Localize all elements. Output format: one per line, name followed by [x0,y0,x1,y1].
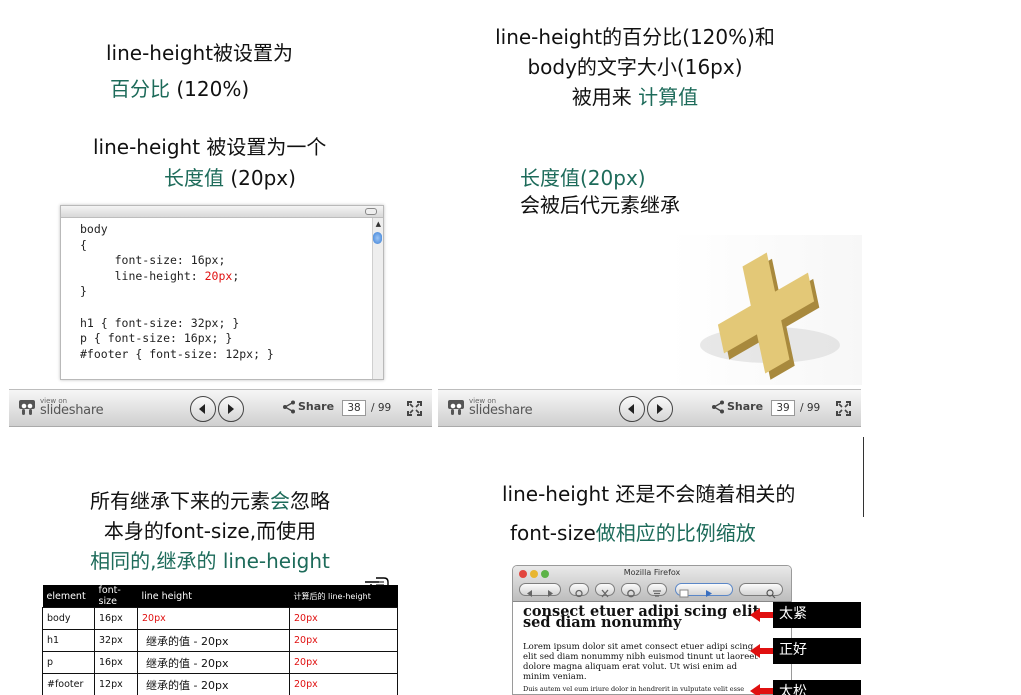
home-button[interactable] [621,583,641,598]
table-row: body 16px 20px 20px [42,607,398,630]
table-header: line height [137,585,290,608]
address-bar[interactable] [675,583,733,598]
percent-keyword: 百分比 [110,77,170,101]
slideshare-player-right: view on slideshare Share 39 / 99 [438,389,861,427]
slide37-right-line3: 被用来 计算值 [571,85,699,109]
slideshare-brand-link[interactable]: slideshare [469,404,533,418]
slideshare-player-left: view on slideshare Share 38 / 99 [9,389,432,427]
firefox-toolbar: Mozilla Firefox [513,566,791,602]
tight-heading: consect etuer adipi scing elit sed diam … [523,603,760,631]
search-icon [766,589,776,599]
table-row: p 16px 继承的值 - 20px 20px [42,651,398,674]
next-slide-button[interactable] [647,396,673,422]
table-row: #footer 12px 继承的值 - 20px 20px [42,673,398,695]
lineheight-table: element font-size line height 计算后的 line-… [42,585,398,695]
code-window: ▲ body { font-size: 16px; line-height: 2… [60,205,384,380]
slide41-line2: font-size做相应的比例缩放 [510,521,756,545]
table-header: 计算后的 line-height [289,585,398,608]
too-loose-label: 太松 [773,680,861,695]
slideshare-brand-link[interactable]: slideshare [40,404,104,418]
length-keyword: 长度值 [164,166,224,190]
share-icon[interactable] [282,400,296,414]
next-arrow-icon [228,404,234,414]
share-button[interactable]: Share [298,400,334,413]
page-number-input[interactable]: 39 [771,400,795,416]
page-total: / 99 [371,402,392,414]
red-arrow-icon [750,608,774,622]
table-header: element [42,585,95,608]
slide39-line2: 会被后代元素继承 [520,193,680,217]
page-total: / 99 [800,402,821,414]
fullscreen-icon[interactable] [836,401,851,416]
code-scrollbar[interactable]: ▲ [372,218,383,379]
stop-button[interactable] [595,583,615,598]
loose-footer-text: Duis autem vel eum iriure dolor in hendr… [523,685,745,693]
red-arrow-icon [750,644,774,658]
search-box[interactable] [739,583,783,599]
plus-icon [700,252,840,380]
gold-plus-image [670,235,862,385]
firefox-window: Mozilla Firefox consect etuer adipi scin… [512,565,792,695]
go-icon [679,589,712,598]
slide37-right-line1: line-height的百分比(120%)和 [495,25,775,49]
back-forward-button[interactable] [519,583,561,597]
scroll-up-icon[interactable]: ▲ [376,220,381,228]
window-toggle-button[interactable] [365,208,377,215]
red-arrow-icon [750,684,774,695]
slide37-right-line2: body的文字大小(16px) [527,55,743,79]
normal-paragraph: Lorem ipsum dolor sit amet consect etuer… [523,642,758,682]
scroll-thumb[interactable] [373,232,382,244]
prev-slide-button[interactable] [619,396,645,422]
next-arrow-icon [657,404,663,414]
reload-button[interactable] [569,583,589,598]
browser-title: Mozilla Firefox [623,568,681,577]
back-forward-icon [527,590,553,597]
reload-icon [575,589,583,598]
table-header: font-size [94,585,138,608]
home-icon [627,589,635,598]
slide38-line2: 长度值 (20px) [164,163,296,193]
page-number-input[interactable]: 38 [342,400,366,416]
bookmarks-icon [653,590,661,597]
slide37-line2: 百分比 (120%) [110,74,249,104]
prev-arrow-icon [199,404,205,414]
next-slide-button[interactable] [218,396,244,422]
slide37-right-text: line-height的百分比(120%)和 body的文字大小(16px) 被… [440,22,830,116]
just-right-label: 正好 [773,638,861,664]
slide37-line1: line-height被设置为 [106,41,294,65]
fullscreen-icon[interactable] [407,401,422,416]
prev-arrow-icon [628,404,634,414]
bookmarks-button[interactable] [647,583,667,597]
table-row: h1 32px 继承的值 - 20px 20px [42,629,398,652]
slide40-text: 所有继承下来的元素会忽略 本身的font-size,而使用 相同的,继承的 li… [90,489,330,573]
slideshare-logo-icon[interactable] [447,399,465,416]
prev-slide-button[interactable] [190,396,216,422]
too-tight-label: 太紧 [773,602,861,628]
length-value: (20px) [224,166,296,190]
slide39-line1: 长度值(20px) [520,166,646,190]
table-header-row: element font-size line height 计算后的 line-… [42,585,398,608]
slide41-line1: line-height 还是不会随着相关的 [502,482,796,506]
share-button[interactable]: Share [727,400,763,413]
percent-value: (120%) [170,77,250,101]
slideshare-logo-icon[interactable] [18,399,36,416]
stop-icon [601,589,609,598]
code-window-titlebar [61,206,383,218]
slide-edge-divider [863,437,864,517]
share-icon[interactable] [711,400,725,414]
slide38-line1: line-height 被设置为一个 [93,135,327,159]
css-code: body { font-size: 16px; line-height: 20p… [80,222,274,361]
